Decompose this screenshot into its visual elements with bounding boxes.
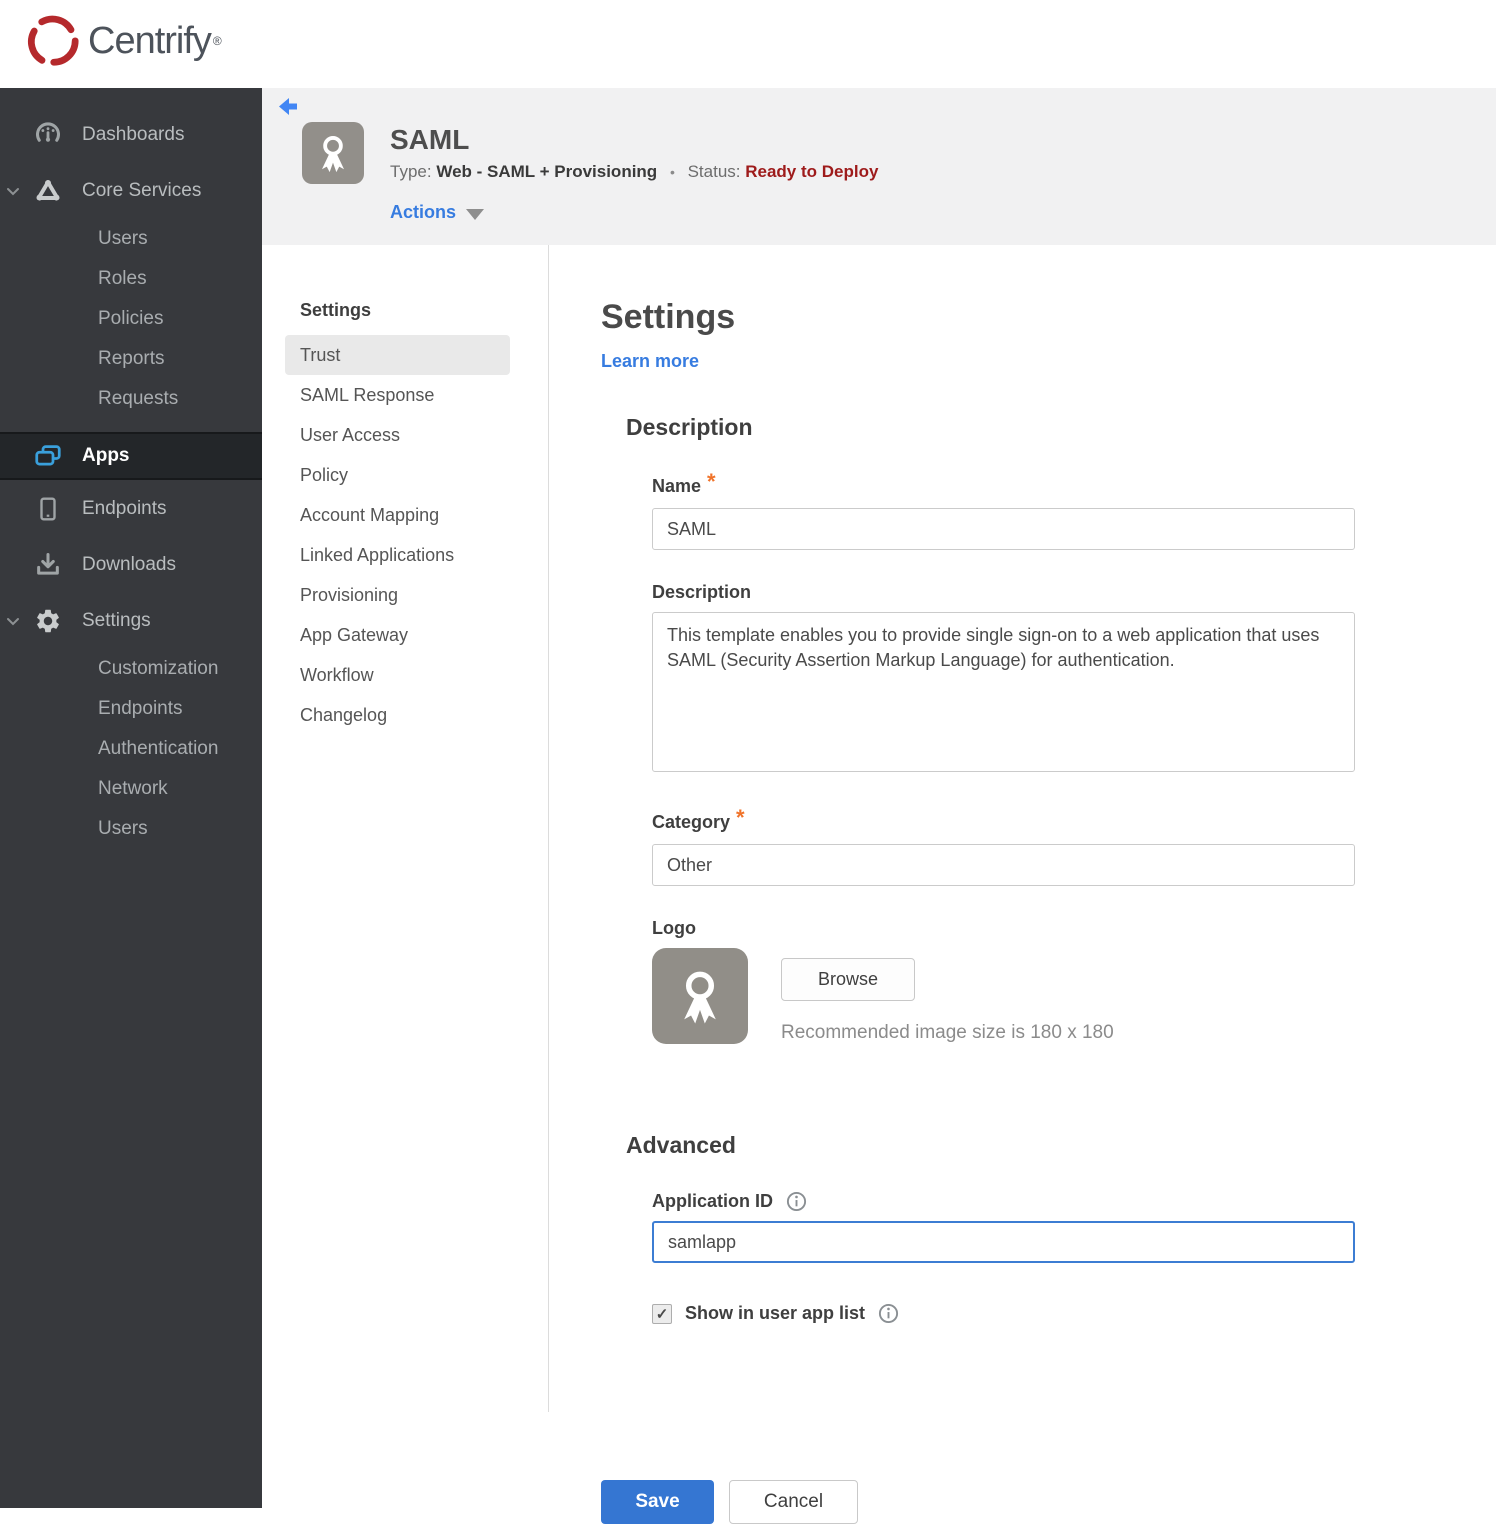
subnav-item-user-access[interactable]: User Access [285,415,510,455]
description-field[interactable]: This template enables you to provide sin… [652,612,1355,772]
sidebar-item-authentication[interactable]: Authentication [0,729,262,769]
required-asterisk: * [707,469,716,494]
status-badge: Ready to Deploy [745,162,879,181]
app-header: SAML Type: Web - SAML + Provisioning • S… [262,88,1496,245]
app-meta: Type: Web - SAML + Provisioning • Status… [390,162,878,182]
brand-trademark: ® [212,34,222,48]
logo-label: Logo [652,918,696,938]
page-title: SAML [390,124,470,155]
subnav-item-trust[interactable]: Trust [285,335,510,375]
ribbon-icon [684,971,716,1024]
chevron-down-icon[interactable] [5,613,21,629]
description-section: Description Name * Description This temp… [626,414,1355,1044]
subnav-item-linked-applications[interactable]: Linked Applications [285,535,510,575]
type-label: Type: [390,162,432,181]
download-icon [33,550,63,580]
sidebar-label-dashboards: Dashboards [82,124,185,145]
sidebar-label-downloads: Downloads [82,554,176,575]
sidebar-item-dashboards[interactable]: Dashboards [0,107,262,163]
settings-subnav: Settings Trust SAML Response User Access… [262,245,549,1412]
sidebar-item-settings[interactable]: Settings [0,593,262,649]
subnav-item-changelog[interactable]: Changelog [285,695,510,735]
sidebar: Dashboards Core Services Users Roles Pol… [0,88,262,1508]
sidebar-label-core-services: Core Services [82,180,202,201]
gear-icon [33,606,63,636]
save-button[interactable]: Save [601,1480,714,1524]
settings-form: Settings Learn more Description Name * D… [549,245,1355,1524]
sidebar-item-requests[interactable]: Requests [0,379,262,419]
sidebar-item-users-settings[interactable]: Users [0,809,262,849]
sidebar-item-core-services[interactable]: Core Services [0,163,262,219]
core-services-submenu: Users Roles Policies Reports Requests [0,219,262,419]
core-services-icon [33,176,63,206]
form-footer: Save Cancel [601,1480,1355,1524]
sidebar-label-endpoints: Endpoints [82,498,167,519]
subnav-item-provisioning[interactable]: Provisioning [285,575,510,615]
back-arrow-icon[interactable] [278,97,302,119]
sidebar-item-apps[interactable]: Apps [0,432,262,480]
required-asterisk: * [736,805,745,830]
content-area: Settings Trust SAML Response User Access… [262,245,1496,1524]
sidebar-item-reports[interactable]: Reports [0,339,262,379]
sidebar-item-roles[interactable]: Roles [0,259,262,299]
ribbon-icon [321,136,345,173]
dropdown-triangle-icon [466,208,485,220]
show-in-app-list-checkbox[interactable]: ✓ [652,1303,672,1324]
sidebar-item-endpoints-settings[interactable]: Endpoints [0,689,262,729]
sidebar-item-network[interactable]: Network [0,769,262,809]
cancel-button[interactable]: Cancel [729,1480,858,1524]
logo-size-hint: Recommended image size is 180 x 180 [781,1022,1114,1043]
sidebar-item-endpoints[interactable]: Endpoints [0,481,262,537]
application-id-field[interactable] [652,1221,1355,1263]
description-section-heading: Description [626,414,753,440]
sidebar-item-customization[interactable]: Customization [0,649,262,689]
subnav-item-account-mapping[interactable]: Account Mapping [285,495,510,535]
app-logo-badge [302,122,364,184]
sidebar-item-policies[interactable]: Policies [0,299,262,339]
subnav-item-workflow[interactable]: Workflow [285,655,510,695]
actions-dropdown[interactable]: Actions [390,202,485,223]
meta-separator: • [669,164,675,180]
subnav-heading: Settings [300,300,372,320]
phone-icon [33,494,63,524]
info-icon[interactable] [786,1191,807,1212]
centrify-swirl-icon [27,15,79,66]
top-bar: Centrify ® [0,0,1496,88]
show-in-app-list-label: Show in user app list [685,1303,866,1323]
subnav-item-policy[interactable]: Policy [285,455,510,495]
gauge-icon [33,120,63,150]
sidebar-label-settings: Settings [82,610,151,631]
type-value: Web - SAML + Provisioning [436,162,658,181]
show-in-app-list-row: ✓ Show in user app list [652,1303,1355,1324]
advanced-section-heading: Advanced [626,1132,736,1158]
browse-button[interactable]: Browse [781,958,915,1001]
description-label: Description [652,582,752,602]
subnav-item-app-gateway[interactable]: App Gateway [285,615,510,655]
advanced-section: Advanced Application ID ✓ Show in [601,1132,1355,1524]
application-id-label: Application ID [652,1191,1355,1212]
apps-icon [33,441,63,471]
chevron-down-icon[interactable] [5,183,21,199]
status-label: Status: [687,162,741,181]
subnav-item-saml-response[interactable]: SAML Response [285,375,510,415]
centrify-logo: Centrify ® [0,0,1496,68]
sidebar-item-users[interactable]: Users [0,219,262,259]
sidebar-item-downloads[interactable]: Downloads [0,537,262,593]
learn-more-link[interactable]: Learn more [601,351,699,372]
actions-label: Actions [390,202,457,222]
category-field[interactable] [652,844,1355,886]
brand-name: Centrify [88,19,212,62]
category-label: Category * [652,805,745,832]
info-icon[interactable] [878,1303,899,1324]
app-logo-preview [652,948,748,1044]
sidebar-label-apps: Apps [82,445,130,466]
name-label: Name * [652,469,716,496]
settings-submenu: Customization Endpoints Authentication N… [0,649,262,849]
form-title: Settings [601,298,736,336]
name-field[interactable] [652,508,1355,550]
